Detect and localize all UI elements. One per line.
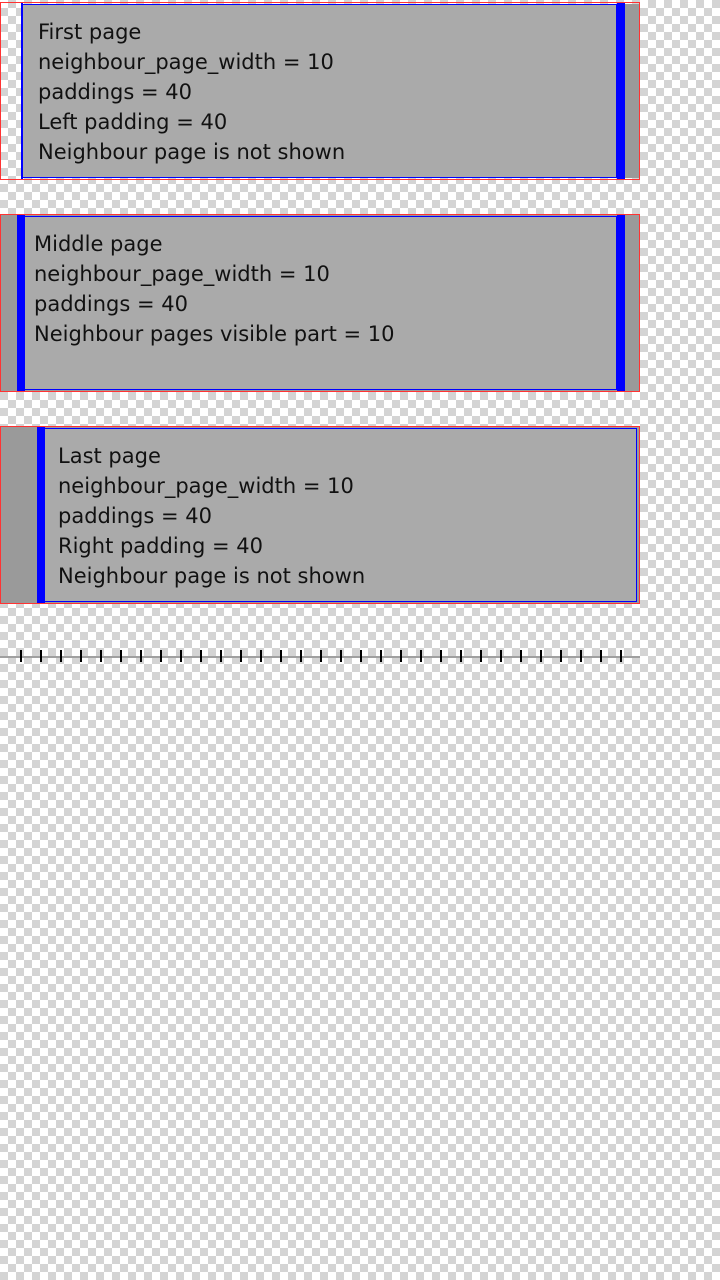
- ruler-tick: [80, 650, 82, 662]
- ruler-tick: [620, 650, 622, 662]
- ruler-tick: [600, 650, 602, 662]
- neighbour-bar-left: [17, 215, 25, 391]
- first-page-text: First page neighbour_page_width = 10 pad…: [38, 17, 345, 167]
- ruler-tick: [120, 650, 122, 662]
- ruler-tick: [400, 650, 402, 662]
- neighbour-status-label: Neighbour page is not shown: [38, 140, 346, 164]
- ruler-tick: [60, 650, 62, 662]
- neighbour-page-width-label: neighbour_page_width = 10: [38, 50, 334, 74]
- neighbour-page-width-label: neighbour_page_width = 10: [58, 474, 354, 498]
- middle-page-text: Middle page neighbour_page_width = 10 pa…: [34, 229, 395, 349]
- page-left-edge: [21, 3, 23, 179]
- ruler-tick: [520, 650, 522, 662]
- ruler-tick: [380, 650, 382, 662]
- scroll-ruler[interactable]: [0, 650, 640, 662]
- neighbour-bar-right: [617, 215, 625, 391]
- neighbour-bar-right: [617, 3, 625, 179]
- next-page-stub[interactable]: [625, 216, 639, 390]
- neighbour-page-width-label: neighbour_page_width = 10: [34, 262, 330, 286]
- ruler-tick: [440, 650, 442, 662]
- previous-page-stub[interactable]: [1, 216, 17, 390]
- ruler-tick: [580, 650, 582, 662]
- next-page-stub[interactable]: [625, 4, 639, 178]
- neighbour-status-label: Neighbour page is not shown: [58, 564, 366, 588]
- ruler-tick: [260, 650, 262, 662]
- middle-page-pager[interactable]: Middle page neighbour_page_width = 10 pa…: [0, 214, 640, 392]
- ruler-tick: [320, 650, 322, 662]
- page-title: First page: [38, 20, 142, 44]
- ruler-tick: [220, 650, 222, 662]
- ruler-tick: [140, 650, 142, 662]
- page-title: Last page: [58, 444, 161, 468]
- paddings-label: paddings = 40: [38, 80, 192, 104]
- ruler-tick: [560, 650, 562, 662]
- left-padding-label: Left padding = 40: [38, 110, 228, 134]
- ruler-tick: [540, 650, 542, 662]
- paddings-label: paddings = 40: [58, 504, 212, 528]
- ruler-tick: [340, 650, 342, 662]
- middle-page-card[interactable]: Middle page neighbour_page_width = 10 pa…: [17, 216, 617, 390]
- ruler-tick: [300, 650, 302, 662]
- ruler-tick: [40, 650, 42, 662]
- ruler-tick: [460, 650, 462, 662]
- last-page-pager[interactable]: Last page neighbour_page_width = 10 padd…: [0, 426, 640, 604]
- first-page-pager[interactable]: First page neighbour_page_width = 10 pad…: [0, 2, 640, 180]
- ruler-tick: [240, 650, 242, 662]
- last-page-card[interactable]: Last page neighbour_page_width = 10 padd…: [37, 428, 637, 602]
- ruler-tick: [280, 650, 282, 662]
- ruler-tick: [20, 650, 22, 662]
- right-padding-label: Right padding = 40: [58, 534, 263, 558]
- ruler-tick: [420, 650, 422, 662]
- ruler-tick: [480, 650, 482, 662]
- previous-page-stub[interactable]: [1, 428, 37, 602]
- ruler-tick: [500, 650, 502, 662]
- last-page-text: Last page neighbour_page_width = 10 padd…: [58, 441, 365, 591]
- neighbour-visible-part-label: Neighbour pages visible part = 10: [34, 322, 395, 346]
- first-page-card[interactable]: First page neighbour_page_width = 10 pad…: [21, 4, 617, 178]
- ruler-tick: [200, 650, 202, 662]
- page-title: Middle page: [34, 232, 163, 256]
- ruler-tick: [180, 650, 182, 662]
- ruler-tick: [160, 650, 162, 662]
- neighbour-bar-left: [37, 427, 45, 603]
- ruler-tick: [100, 650, 102, 662]
- ruler-tick: [360, 650, 362, 662]
- paddings-label: paddings = 40: [34, 292, 188, 316]
